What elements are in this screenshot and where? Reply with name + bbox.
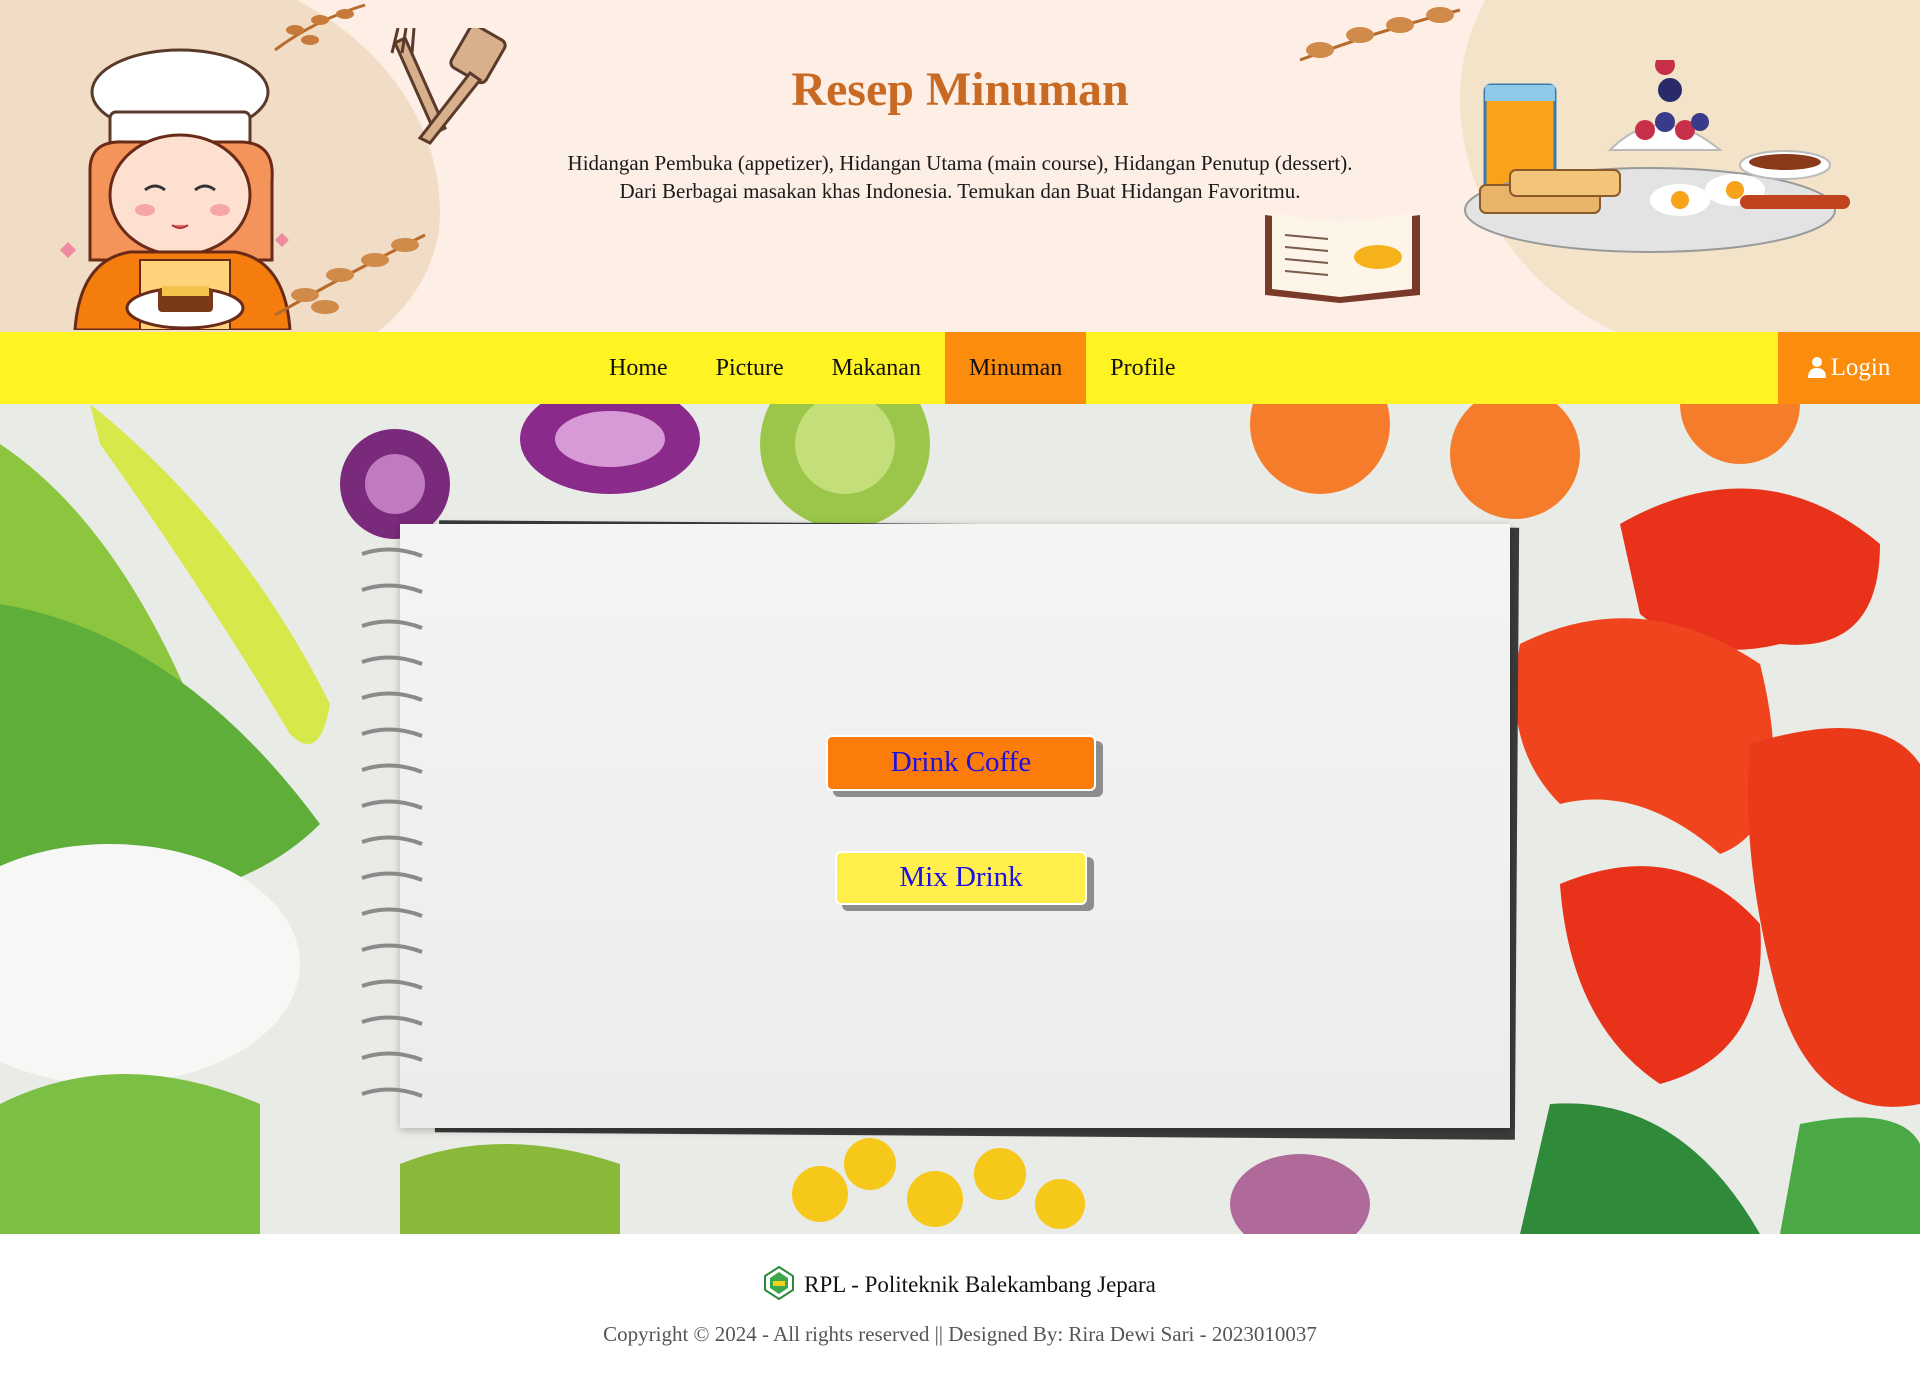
nav-item-makanan[interactable]: Makanan: [808, 332, 945, 404]
polytechnic-logo-icon: [764, 1265, 795, 1301]
mix-drink-button[interactable]: Mix Drink: [835, 851, 1087, 905]
leaf-cluster-icon: [274, 233, 426, 317]
footer-brand-text: RPL - Politeknik Balekambang Jepara: [804, 1272, 1156, 1297]
hero-section: [0, 404, 1920, 1234]
main-navbar: Home Picture Makanan Minuman Profile Log…: [0, 332, 1920, 404]
footer-brand: RPL - Politeknik Balekambang Jepara: [0, 1265, 1920, 1301]
notebook-card: [361, 524, 1510, 1128]
nav-list: Home Picture Makanan Minuman Profile: [585, 332, 1200, 404]
leaf-branch-icon: [274, 3, 366, 52]
nav-item-minuman[interactable]: Minuman: [944, 332, 1087, 404]
site-header: Resep Minuman Hidangan Pembuka (appetize…: [0, 0, 1920, 332]
subtitle-line-2: Dari Berbagai masakan khas Indonesia. Te…: [619, 179, 1301, 203]
subtitle-line-1: Hidangan Pembuka (appetizer), Hidangan U…: [567, 151, 1353, 175]
user-icon: [1807, 357, 1826, 378]
nav-item-home[interactable]: Home: [585, 332, 692, 404]
login-label: Login: [1830, 354, 1891, 381]
recipe-book-icon: [1265, 213, 1420, 303]
drink-coffe-button[interactable]: Drink Coffe: [826, 735, 1096, 791]
page-title: Resep Minuman: [791, 63, 1129, 116]
footer-copyright: Copyright © 2024 - All rights reserved |…: [603, 1322, 1317, 1346]
site-footer: RPL - Politeknik Balekambang Jepara Copy…: [0, 1234, 1920, 1395]
nav-item-profile[interactable]: Profile: [1086, 332, 1199, 404]
page-subtitle: Hidangan Pembuka (appetizer), Hidangan U…: [0, 149, 1920, 205]
nav-item-picture[interactable]: Picture: [692, 332, 808, 404]
login-button[interactable]: Login: [1778, 332, 1920, 404]
spiral-binding: [361, 547, 423, 1098]
